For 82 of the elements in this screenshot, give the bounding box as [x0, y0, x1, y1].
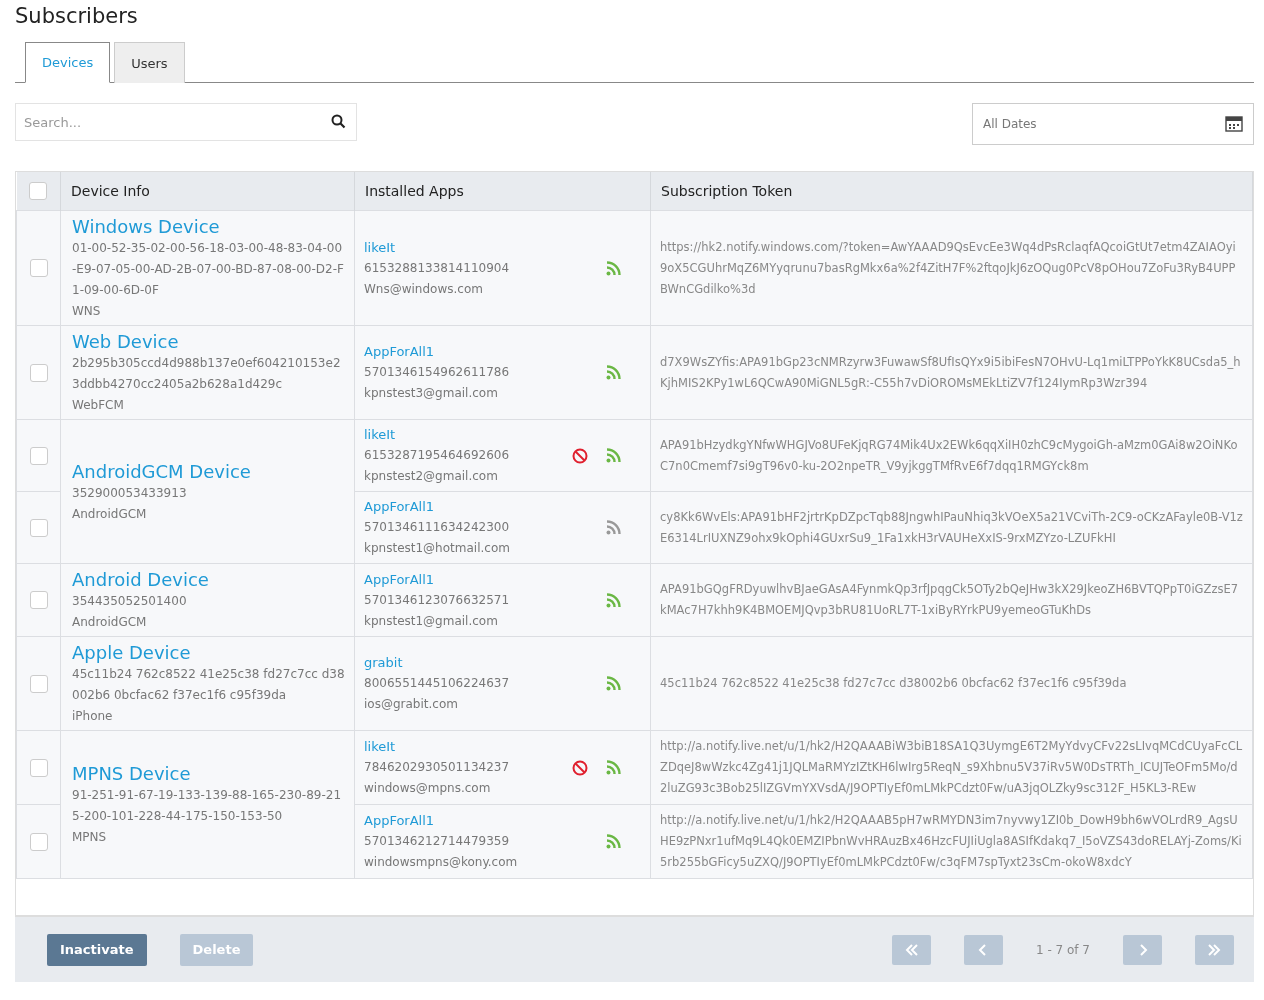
chevron-icon [1206, 941, 1223, 958]
app-name-link[interactable]: AppForAll1 [364, 568, 510, 590]
checkbox[interactable] [29, 363, 48, 382]
device-name-link[interactable]: Windows Device [72, 216, 345, 238]
rss-icon [606, 448, 621, 463]
device-platform: iPhone [72, 708, 114, 725]
rss-icon [606, 676, 621, 691]
app-email: kpnstest1@gmail.com [364, 612, 499, 630]
app-email: kpnstest2@gmail.com [364, 468, 499, 485]
device-identifier: 01-00-52-35-02-00-56-18-03-00-48-83-04-00-E9-07-05-00-AD-2B-07-00-BD-87-08-00-D2-F1-09-00-6D-0F [72, 240, 345, 299]
blocked-icon [572, 447, 588, 464]
device-platform: WebFCM [72, 397, 125, 414]
device-platform: WNS [72, 303, 102, 320]
device-platform: AndroidGCM [72, 614, 148, 631]
rss-icon [606, 760, 621, 775]
page-title: Subscribers [15, 4, 139, 28]
device-identifier: 352900053433913 [72, 484, 188, 502]
app-id: 6153287195464692606 [364, 447, 510, 464]
app-name-link[interactable]: likeIt [364, 736, 510, 757]
action-button[interactable]: Inactivate [47, 933, 147, 966]
device-name-link[interactable]: Web Device [72, 331, 345, 353]
app-name-link[interactable]: likeIt [364, 236, 510, 258]
subscription-token: http://a.notify.live.net/u/1/hk2/H2QAAAB5pH7wRMYDN3im7nyvwy1ZI0b_DowH9bh6wVOLrdR9_AgsUHE9zPNxr1ufMq9L4Qk0EMZIPbnWvHRAuzBx46HzcFUJIiUgla8ASIfKdakq7_I5oVZS43doRELAYj-Zoms/Ki5rb255bGFicy5uZXQ/J9OPTIyEf0mLMkPCdzt0Fw/c3qFM7spTyxt23sCm-okoW8xdcY [659, 812, 1243, 871]
search-field[interactable]: Search... [15, 103, 357, 141]
checkbox[interactable] [29, 518, 48, 537]
app-id: 6153288133814110904 [364, 259, 510, 277]
subscription-token: https://hk2.notify.windows.com/?token=AwYAAAD9QsEvcEe3Wq4dPsRclaqfAQcoiGtUt7etm4ZAIAOyi9oX5CGUhrMqZ6MYyqrunu7basRgMkx6a%2f4ZitH7F%2ftqoJkJ6zOQug0PcV8pOHou7ZoFu3RyB4UPPBWnCGdilko%3d [659, 238, 1237, 298]
subscription-token: APA91bGQgFRDyuwlhvBJaeGAsA4FynmkQp3rfJpqgCk5OTy2bQeJHw3kX29JkeoZH6BVTQPpT0iGZzsE7kMAc7H7khh9K4BMOEMJQvp3bRU81UoRL7T-1xiByRYrkPU9yemeoGTuKhDs [659, 581, 1239, 619]
device-platform: AndroidGCM [72, 505, 148, 523]
app-email: kpnstest1@hotmail.com [364, 540, 510, 557]
device-name-link[interactable]: Android Device [72, 569, 345, 591]
blocked-icon [572, 759, 588, 776]
app-email: windowsmpns@kony.com [364, 854, 518, 871]
app-name-link[interactable]: grabit [364, 652, 510, 673]
app-email: Wns@windows.com [364, 280, 484, 298]
app-email: ios@grabit.com [364, 696, 459, 713]
device-name-link[interactable]: Apple Device [72, 642, 345, 664]
device-name-link[interactable]: MPNS Device [72, 763, 345, 785]
date-filter[interactable]: All Dates [972, 103, 1254, 145]
app-id: 5701346111634242300 [364, 519, 510, 536]
column-header: Installed Apps [354, 172, 651, 211]
calendar-icon[interactable] [1225, 116, 1243, 132]
app-name-link[interactable]: AppForAll1 [364, 496, 510, 517]
rss-icon [606, 834, 621, 849]
app-email: windows@mpns.com [364, 780, 492, 797]
rss-icon [606, 260, 621, 276]
app-name-link[interactable]: AppForAll1 [364, 810, 518, 831]
checkbox[interactable] [29, 832, 48, 851]
tab[interactable]: Users [114, 42, 185, 83]
app-id: 7846202930501134237 [364, 759, 510, 776]
subscription-token: d7X9WsZYfis:APA91bGp23cNMRzyrw3FuwawSf8UfIsQYx9i5ibiFesN7OHvU-Lq1miLTPPoYkK8UCsda5_hKjhMIS2KPy1wL6QCwA90MiGNL5gR:-C55h7vDiOROMsMEkLtiZV7f124IymRp3Wzr394 [659, 353, 1242, 392]
app-id: 5701346212714479359 [364, 833, 511, 850]
subscription-token: cy8Kk6WvEls:APA91bHF2jrtrKpDZpcTqb88JngwhIPauNhiq3kVOeX5a21VCviTh-2C9-oCKzAFayle0B-V1zE6314LrIUXNZ9ohx9kOphi4GUxrSu9_1Fa1xkH3rVAUHeXxIS-9rxMZYzo-LZUFkHI [659, 508, 1244, 547]
checkbox[interactable] [29, 446, 48, 465]
app-id: 5701346154962611786 [364, 364, 510, 381]
tab[interactable]: Devices [25, 42, 111, 83]
subscription-token: 45c11b24 762c8522 41e25c38 fd27c7cc d38002b6 0bcfac62 f37ec1f6 c95f39da [659, 675, 1128, 692]
device-identifier: 91-251-91-67-19-133-139-88-165-230-89-215-200-101-228-44-175-150-153-50 [72, 787, 343, 825]
search-icon[interactable] [331, 114, 346, 129]
device-name-link[interactable]: AndroidGCM Device [72, 460, 345, 483]
rss-icon [606, 520, 621, 535]
device-platform: MPNS [72, 829, 108, 846]
page-range: 1 - 7 of 7 [1035, 942, 1090, 957]
checkbox[interactable] [29, 674, 48, 693]
rss-icon [606, 592, 621, 608]
app-email: kpnstest3@gmail.com [364, 385, 499, 402]
device-identifier: 2b295b305ccd4d988b137e0ef604210153e23ddbb4270cc2405a2b628a1d429c [72, 355, 342, 393]
column-header: Device Info [60, 172, 355, 211]
chevron-icon [903, 941, 920, 958]
app-name-link[interactable]: likeIt [364, 424, 510, 445]
app-id: 8006551445106224637 [364, 675, 510, 692]
rss-icon [606, 365, 621, 380]
checkbox[interactable] [29, 591, 48, 609]
column-header: Subscription Token [650, 172, 1253, 211]
subscription-token: http://a.notify.live.net/u/1/hk2/H2QAAABiW3biB18SA1Q3UymgE6T2MyYdvyCFv22sLIvqMCdCUyaFcCLZDqeJ8wWzkc4Zg41j1JQLMaRMYzIZtKH6lwIrg5ReqN_s9Xhbnu5V37iRv5W0DsTRTh_ICUJTeOFm5Mo/d2luZG93c3Bob25lIZGVmYXVsdA/J9OPTIyEf0mLMkPCdzt0Fw/uA3jqOLZky9sc312F_H5KL3-REw [659, 738, 1244, 797]
device-identifier: 354435052501400 [72, 593, 188, 610]
checkbox[interactable] [29, 758, 48, 777]
select-all-checkbox[interactable] [29, 182, 48, 200]
app-name-link[interactable]: AppForAll1 [364, 341, 510, 362]
checkbox[interactable] [29, 259, 48, 277]
subscription-token: APA91bHzydkgYNfwWHGJVo8UFeKjqRG74Mik4Ux2EWk6qqXiIH0zhC9cMygoiGh-aMzm0GAi8w2OiNKoC7n0Cmemf7si9gT96v0-ku-2O2npeTR_V9yjkggTMfRvE6f7dqq1RMGYck8m [659, 436, 1239, 475]
app-id: 5701346123076632571 [364, 591, 510, 609]
